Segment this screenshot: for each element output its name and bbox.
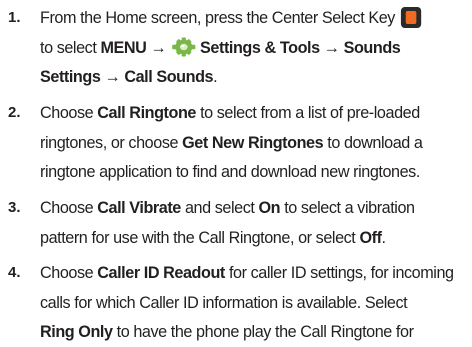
step-text-segment: ringtone application to find and downloa… — [40, 162, 420, 181]
step-line: pattern for use with the Call Ringtone, … — [40, 223, 457, 253]
step-text-segment: Choose — [40, 198, 98, 217]
call-sounds-label: Call Sounds — [124, 67, 214, 86]
step-line: Settings → Call Sounds. — [40, 62, 457, 92]
settings-tools-label: Settings & Tools — [200, 37, 320, 57]
step-line: ringtone application to find and downloa… — [40, 157, 457, 187]
caller-id-readout-label: Caller ID Readout — [97, 263, 225, 282]
step-line: Choose Call Vibrate and select On to sel… — [40, 193, 457, 223]
step-number: 4. — [8, 264, 21, 281]
center-select-key-icon — [400, 7, 421, 28]
step-number: 1. — [8, 9, 21, 26]
step-line: Choose Call Ringtone to select from a li… — [40, 98, 457, 128]
step-text-segment: Choose — [40, 263, 98, 282]
step-number: 3. — [8, 199, 21, 216]
arrow-icon: → — [323, 37, 340, 57]
settings-label: Settings — [40, 67, 101, 86]
call-ringtone-label: Call Ringtone — [97, 103, 196, 122]
get-new-ringtones-label: Get New Ringtones — [182, 132, 324, 152]
step-text-segment: . — [213, 67, 218, 86]
step-text-segment: to select from a list of pre-loaded — [195, 103, 420, 122]
instructions-page: 1. From the Home screen, press the Cente… — [0, 0, 472, 347]
gear-icon — [172, 37, 196, 56]
step-line: calls for which Caller ID information is… — [40, 288, 457, 318]
step-text-segment: pattern for use with the Call Ringtone, … — [40, 227, 360, 247]
step-text-segment: to download a — [323, 132, 423, 152]
step-text: From the Home screen, press the Center S… — [40, 3, 457, 92]
step-line: From the Home screen, press the Center S… — [40, 3, 457, 33]
step-text-segment: and select — [180, 198, 259, 217]
step-text-segment: for caller ID settings, for incoming — [224, 263, 454, 282]
off-label: Off — [359, 227, 382, 247]
step-line: Ring Only to have the phone play the Cal… — [40, 317, 457, 347]
step-line: Choose Caller ID Readout for caller ID s… — [40, 258, 457, 288]
step-text: Choose Call Vibrate and select On to sel… — [40, 193, 457, 252]
arrow-icon: → — [150, 37, 167, 57]
step-number: 2. — [8, 104, 21, 121]
step-text-segment: Choose — [40, 103, 98, 122]
step-text: Choose Call Ringtone to select from a li… — [40, 98, 457, 187]
sounds-label: Sounds — [343, 37, 401, 57]
step-line: to select MENU → Settings & Tools → Soun… — [40, 33, 457, 63]
step-text-segment: calls for which Caller ID information is… — [40, 292, 408, 312]
step-text-segment: From the Home screen, press the Center S… — [40, 8, 395, 27]
step-text-segment: . — [381, 227, 387, 247]
step-line: ringtones, or choose Get New Ringtones t… — [40, 128, 457, 158]
step-text-segment: to have the phone play the Call Ringtone… — [112, 322, 414, 341]
on-label: On — [258, 198, 281, 217]
step-text-segment: ringtones, or choose — [40, 132, 183, 152]
step-text-segment: to select — [40, 37, 101, 57]
menu-label: MENU — [100, 37, 147, 57]
arrow-icon: → — [104, 67, 121, 86]
step-text: Choose Caller ID Readout for caller ID s… — [40, 258, 457, 347]
step-text-segment: to select a vibration — [280, 198, 415, 217]
ring-only-label: Ring Only — [40, 322, 113, 341]
call-vibrate-label: Call Vibrate — [97, 198, 181, 217]
